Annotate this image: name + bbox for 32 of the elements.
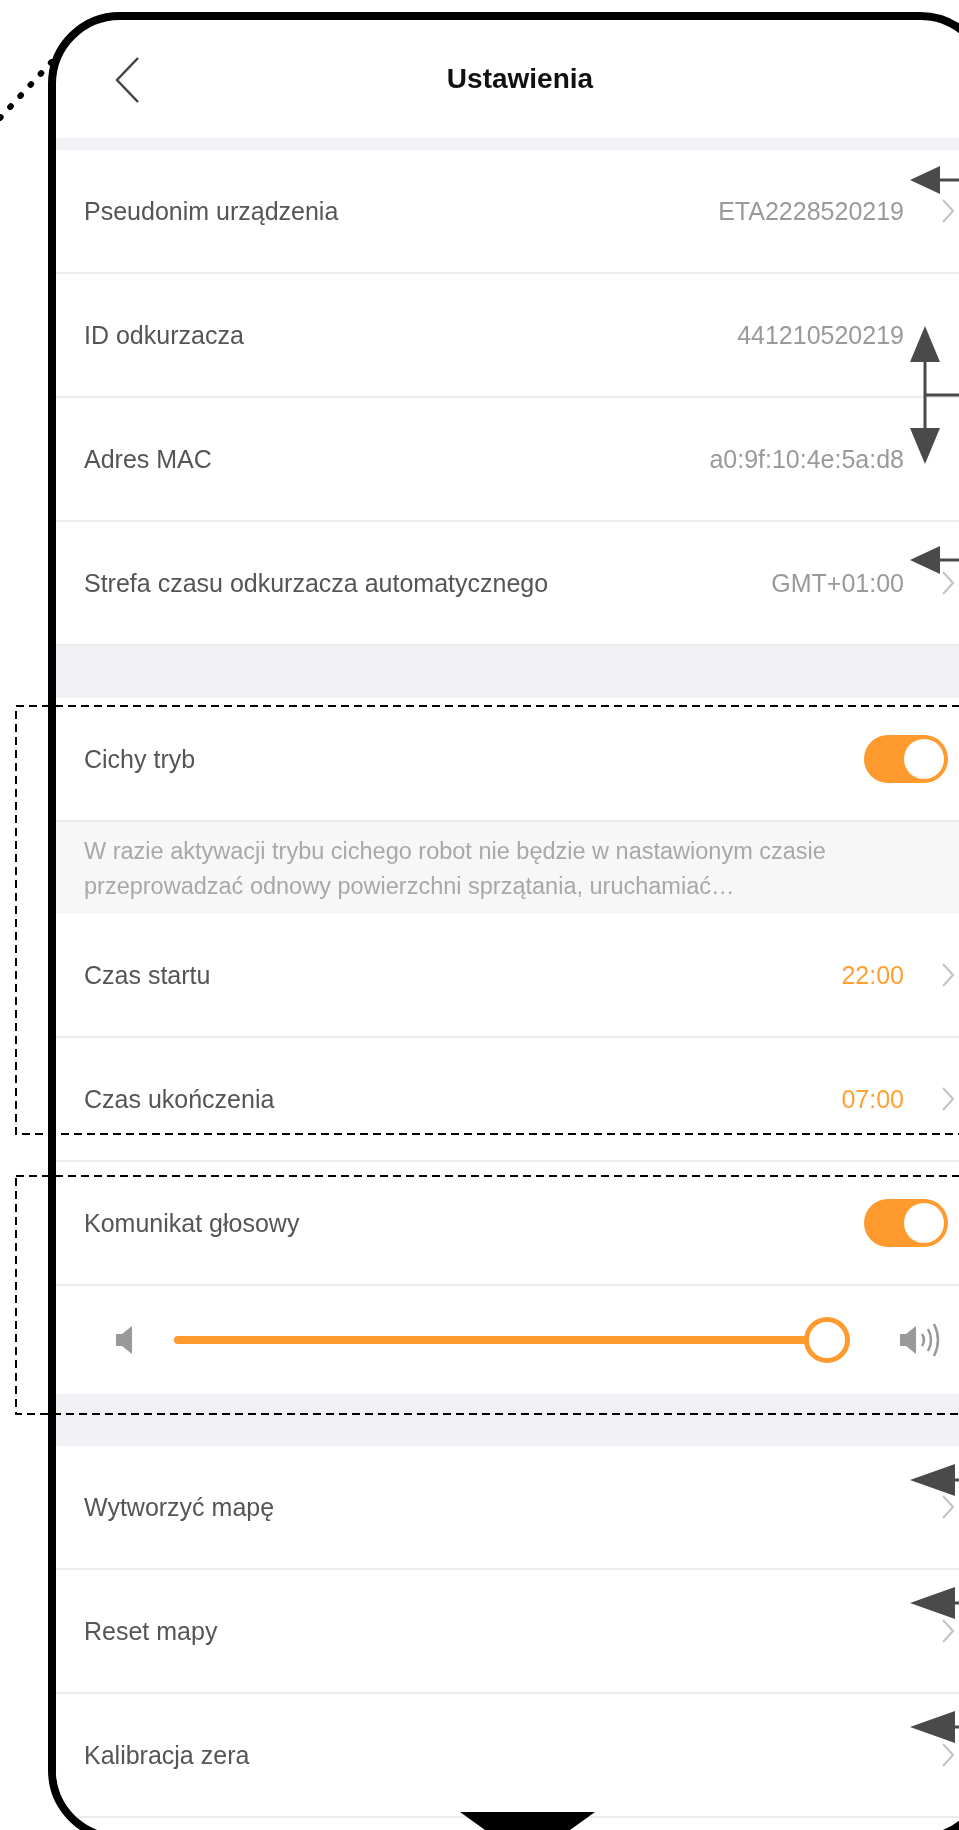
- chevron-icon: [942, 1619, 954, 1643]
- back-icon[interactable]: [114, 56, 140, 104]
- row-label: Cichy tryb: [84, 744, 197, 774]
- row-label: Czas startu: [84, 960, 212, 990]
- row-label: Kalibracja zera: [84, 1740, 251, 1770]
- row-value: 22:00: [841, 960, 904, 990]
- annotation-arrow: [910, 1711, 959, 1743]
- toggle-switch[interactable]: [864, 735, 948, 783]
- row-value: ETA2228520219: [718, 196, 904, 226]
- chevron-icon: [942, 1743, 954, 1767]
- screen-title: Ustawienia: [446, 63, 594, 95]
- description-text: W razie aktywacji trybu cichego robot nie będzie w nastawionym czasie przeprowadzać odnowy powierzchni sprzątania, uruchamiać…: [84, 837, 827, 901]
- annotation-arrow: [910, 546, 959, 574]
- annotation-arrow: [910, 1464, 959, 1496]
- row-value: 441210520219: [737, 320, 904, 350]
- row-label: ID odkurzacza: [84, 320, 245, 350]
- row-value: 07:00: [841, 1084, 904, 1114]
- row-label: Pseudonim urządzenia: [84, 196, 340, 226]
- row-label: Strefa czasu odkurzacza automatycznego: [84, 568, 550, 598]
- row-label: Komunikat głosowy: [84, 1208, 301, 1238]
- volume-slider[interactable]: [174, 1317, 850, 1363]
- row-label: Adres MAC: [84, 444, 213, 474]
- chevron-icon: [942, 1495, 954, 1519]
- row-label: Reset mapy: [84, 1616, 219, 1646]
- row-label: Czas ukończenia: [84, 1084, 276, 1114]
- annotation-arrow: [910, 1587, 959, 1619]
- row-value: a0:9f:10:4e:5a:d8: [709, 444, 904, 474]
- volume-mute-icon: [116, 1326, 134, 1354]
- toggle-switch[interactable]: [864, 1199, 948, 1247]
- row-label: Wytworzyć mapę: [84, 1492, 276, 1522]
- annotation-arrow: [910, 166, 959, 194]
- row-value: GMT+01:00: [771, 568, 904, 598]
